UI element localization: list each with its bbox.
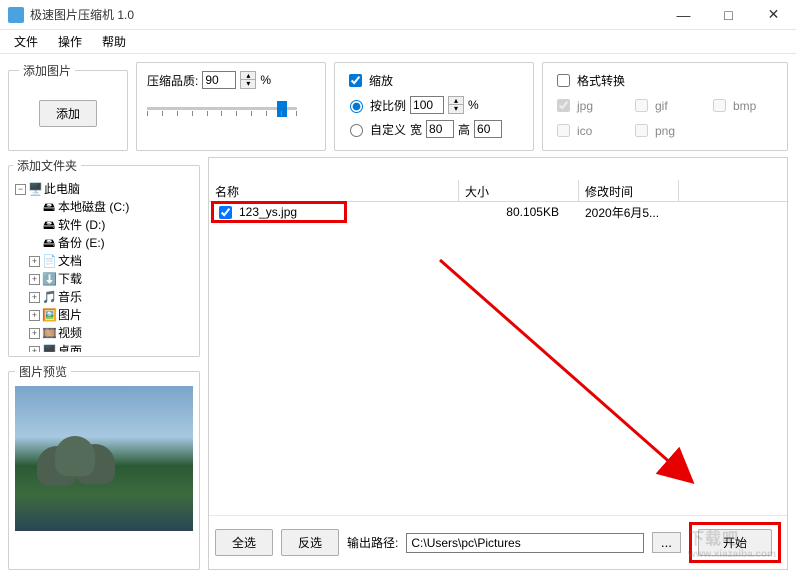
panel-preview: 图片预览 bbox=[8, 363, 200, 570]
format-jpg[interactable]: jpg bbox=[553, 96, 621, 115]
computer-icon: 🖥️ bbox=[28, 180, 42, 198]
quality-spinner[interactable]: ▴▾ bbox=[240, 71, 256, 89]
col-time[interactable]: 修改时间 bbox=[579, 180, 679, 201]
close-button[interactable]: ✕ bbox=[751, 0, 796, 29]
scale-checkbox[interactable]: 缩放 bbox=[345, 71, 393, 90]
bottom-bar: 全选 反选 输出路径: ... 开始 bbox=[209, 515, 787, 569]
panel-add-legend: 添加图片 bbox=[19, 62, 75, 79]
scale-checkbox-label: 缩放 bbox=[369, 72, 393, 89]
scale-ratio-unit: % bbox=[468, 98, 479, 112]
list-area: 名称 大小 修改时间 123_ys.jpg 80.105KB 2020年6月5.… bbox=[208, 157, 788, 570]
tree-downloads[interactable]: +⬇️下载 bbox=[29, 270, 193, 288]
annotation-highlight-start: 开始 bbox=[689, 522, 781, 563]
scale-checkbox-input[interactable] bbox=[349, 74, 362, 87]
panel-quality: 压缩品质: ▴▾ % bbox=[136, 62, 326, 151]
tree-drive-c[interactable]: 🖴本地磁盘 (C:) bbox=[29, 198, 193, 216]
scale-ratio-spinner[interactable]: ▴▾ bbox=[448, 96, 464, 114]
file-row-name: 123_ys.jpg bbox=[239, 205, 297, 219]
pictures-icon: 🖼️ bbox=[42, 306, 56, 324]
format-grid: jpg gif bmp ico png bbox=[553, 96, 777, 140]
scale-custom-label: 自定义 bbox=[370, 121, 406, 138]
format-checkbox[interactable]: 格式转换 bbox=[553, 71, 625, 90]
quality-unit: % bbox=[260, 73, 271, 87]
app-icon bbox=[8, 7, 24, 23]
scale-ratio-input[interactable] bbox=[410, 96, 444, 114]
top-panels: 添加图片 添加 压缩品质: ▴▾ % 缩放 bbox=[8, 62, 788, 151]
desktop-icon: 🖥️ bbox=[42, 342, 56, 352]
format-ico[interactable]: ico bbox=[553, 121, 621, 140]
scale-ratio-label: 按比例 bbox=[370, 97, 406, 114]
folder-tree[interactable]: −🖥️此电脑 🖴本地磁盘 (C:) 🖴软件 (D:) 🖴备份 (E:) +📄文档… bbox=[13, 178, 195, 352]
scale-height-label: 高 bbox=[458, 121, 470, 138]
file-list[interactable]: 名称 大小 修改时间 123_ys.jpg 80.105KB 2020年6月5.… bbox=[209, 158, 787, 515]
tree-desktop[interactable]: +🖥️桌面 bbox=[29, 342, 193, 352]
select-all-button[interactable]: 全选 bbox=[215, 529, 273, 556]
quality-slider[interactable] bbox=[147, 99, 297, 119]
panel-add-image: 添加图片 添加 bbox=[8, 62, 128, 151]
start-button[interactable]: 开始 bbox=[698, 529, 772, 556]
scale-custom-radio[interactable] bbox=[350, 124, 363, 137]
drive-icon: 🖴 bbox=[42, 216, 56, 234]
col-size[interactable]: 大小 bbox=[459, 180, 579, 201]
scale-width-input[interactable] bbox=[426, 120, 454, 138]
format-bmp[interactable]: bmp bbox=[709, 96, 777, 115]
scale-height-input[interactable] bbox=[474, 120, 502, 138]
panel-preview-legend: 图片预览 bbox=[15, 363, 71, 380]
format-gif[interactable]: gif bbox=[631, 96, 699, 115]
panel-folders-legend: 添加文件夹 bbox=[13, 157, 81, 174]
file-row[interactable]: 123_ys.jpg 80.105KB 2020年6月5... bbox=[209, 202, 787, 222]
panel-folders: 添加文件夹 −🖥️此电脑 🖴本地磁盘 (C:) 🖴软件 (D:) 🖴备份 (E:… bbox=[8, 157, 200, 357]
col-name[interactable]: 名称 bbox=[209, 180, 459, 201]
browse-button[interactable]: ... bbox=[652, 532, 681, 553]
tree-videos[interactable]: +🎞️视频 bbox=[29, 324, 193, 342]
music-icon: 🎵 bbox=[42, 288, 56, 306]
maximize-button[interactable]: □ bbox=[706, 0, 751, 29]
invert-selection-button[interactable]: 反选 bbox=[281, 529, 339, 556]
tree-pictures[interactable]: +🖼️图片 bbox=[29, 306, 193, 324]
title-bar: 极速图片压缩机 1.0 — □ ✕ bbox=[0, 0, 796, 30]
preview-image bbox=[15, 386, 193, 531]
drive-icon: 🖴 bbox=[42, 198, 56, 216]
format-checkbox-input[interactable] bbox=[557, 74, 570, 87]
output-path-input[interactable] bbox=[406, 533, 644, 553]
drive-icon: 🖴 bbox=[42, 234, 56, 252]
left-column: 添加文件夹 −🖥️此电脑 🖴本地磁盘 (C:) 🖴软件 (D:) 🖴备份 (E:… bbox=[8, 157, 200, 570]
tree-docs[interactable]: +📄文档 bbox=[29, 252, 193, 270]
format-checkbox-label: 格式转换 bbox=[577, 72, 625, 89]
file-row-checkbox[interactable] bbox=[219, 206, 232, 219]
videos-icon: 🎞️ bbox=[42, 324, 56, 342]
menu-file[interactable]: 文件 bbox=[6, 31, 46, 52]
minimize-button[interactable]: — bbox=[661, 0, 706, 29]
window-title: 极速图片压缩机 1.0 bbox=[30, 6, 661, 23]
file-list-header: 名称 大小 修改时间 bbox=[209, 180, 787, 202]
output-path-label: 输出路径: bbox=[347, 534, 398, 551]
scale-width-label: 宽 bbox=[410, 121, 422, 138]
tree-drive-e[interactable]: 🖴备份 (E:) bbox=[29, 234, 193, 252]
tree-drive-d[interactable]: 🖴软件 (D:) bbox=[29, 216, 193, 234]
main-content: 添加图片 添加 压缩品质: ▴▾ % 缩放 bbox=[0, 54, 796, 578]
quality-input[interactable] bbox=[202, 71, 236, 89]
menu-bar: 文件 操作 帮助 bbox=[0, 30, 796, 54]
mid-row: 添加文件夹 −🖥️此电脑 🖴本地磁盘 (C:) 🖴软件 (D:) 🖴备份 (E:… bbox=[8, 157, 788, 570]
tree-root[interactable]: −🖥️此电脑 bbox=[15, 180, 193, 198]
menu-help[interactable]: 帮助 bbox=[94, 31, 134, 52]
download-icon: ⬇️ bbox=[42, 270, 56, 288]
file-row-size: 80.105KB bbox=[459, 203, 579, 221]
quality-label: 压缩品质: bbox=[147, 72, 198, 89]
scale-ratio-radio[interactable] bbox=[350, 100, 363, 113]
panel-format: 格式转换 jpg gif bmp ico png bbox=[542, 62, 788, 151]
add-button[interactable]: 添加 bbox=[39, 100, 97, 127]
file-row-time: 2020年6月5... bbox=[579, 202, 679, 223]
document-icon: 📄 bbox=[42, 252, 56, 270]
window-controls: — □ ✕ bbox=[661, 0, 796, 29]
panel-scale: 缩放 按比例 ▴▾ % 自定义 宽 高 bbox=[334, 62, 534, 151]
menu-action[interactable]: 操作 bbox=[50, 31, 90, 52]
format-png[interactable]: png bbox=[631, 121, 699, 140]
tree-music[interactable]: +🎵音乐 bbox=[29, 288, 193, 306]
